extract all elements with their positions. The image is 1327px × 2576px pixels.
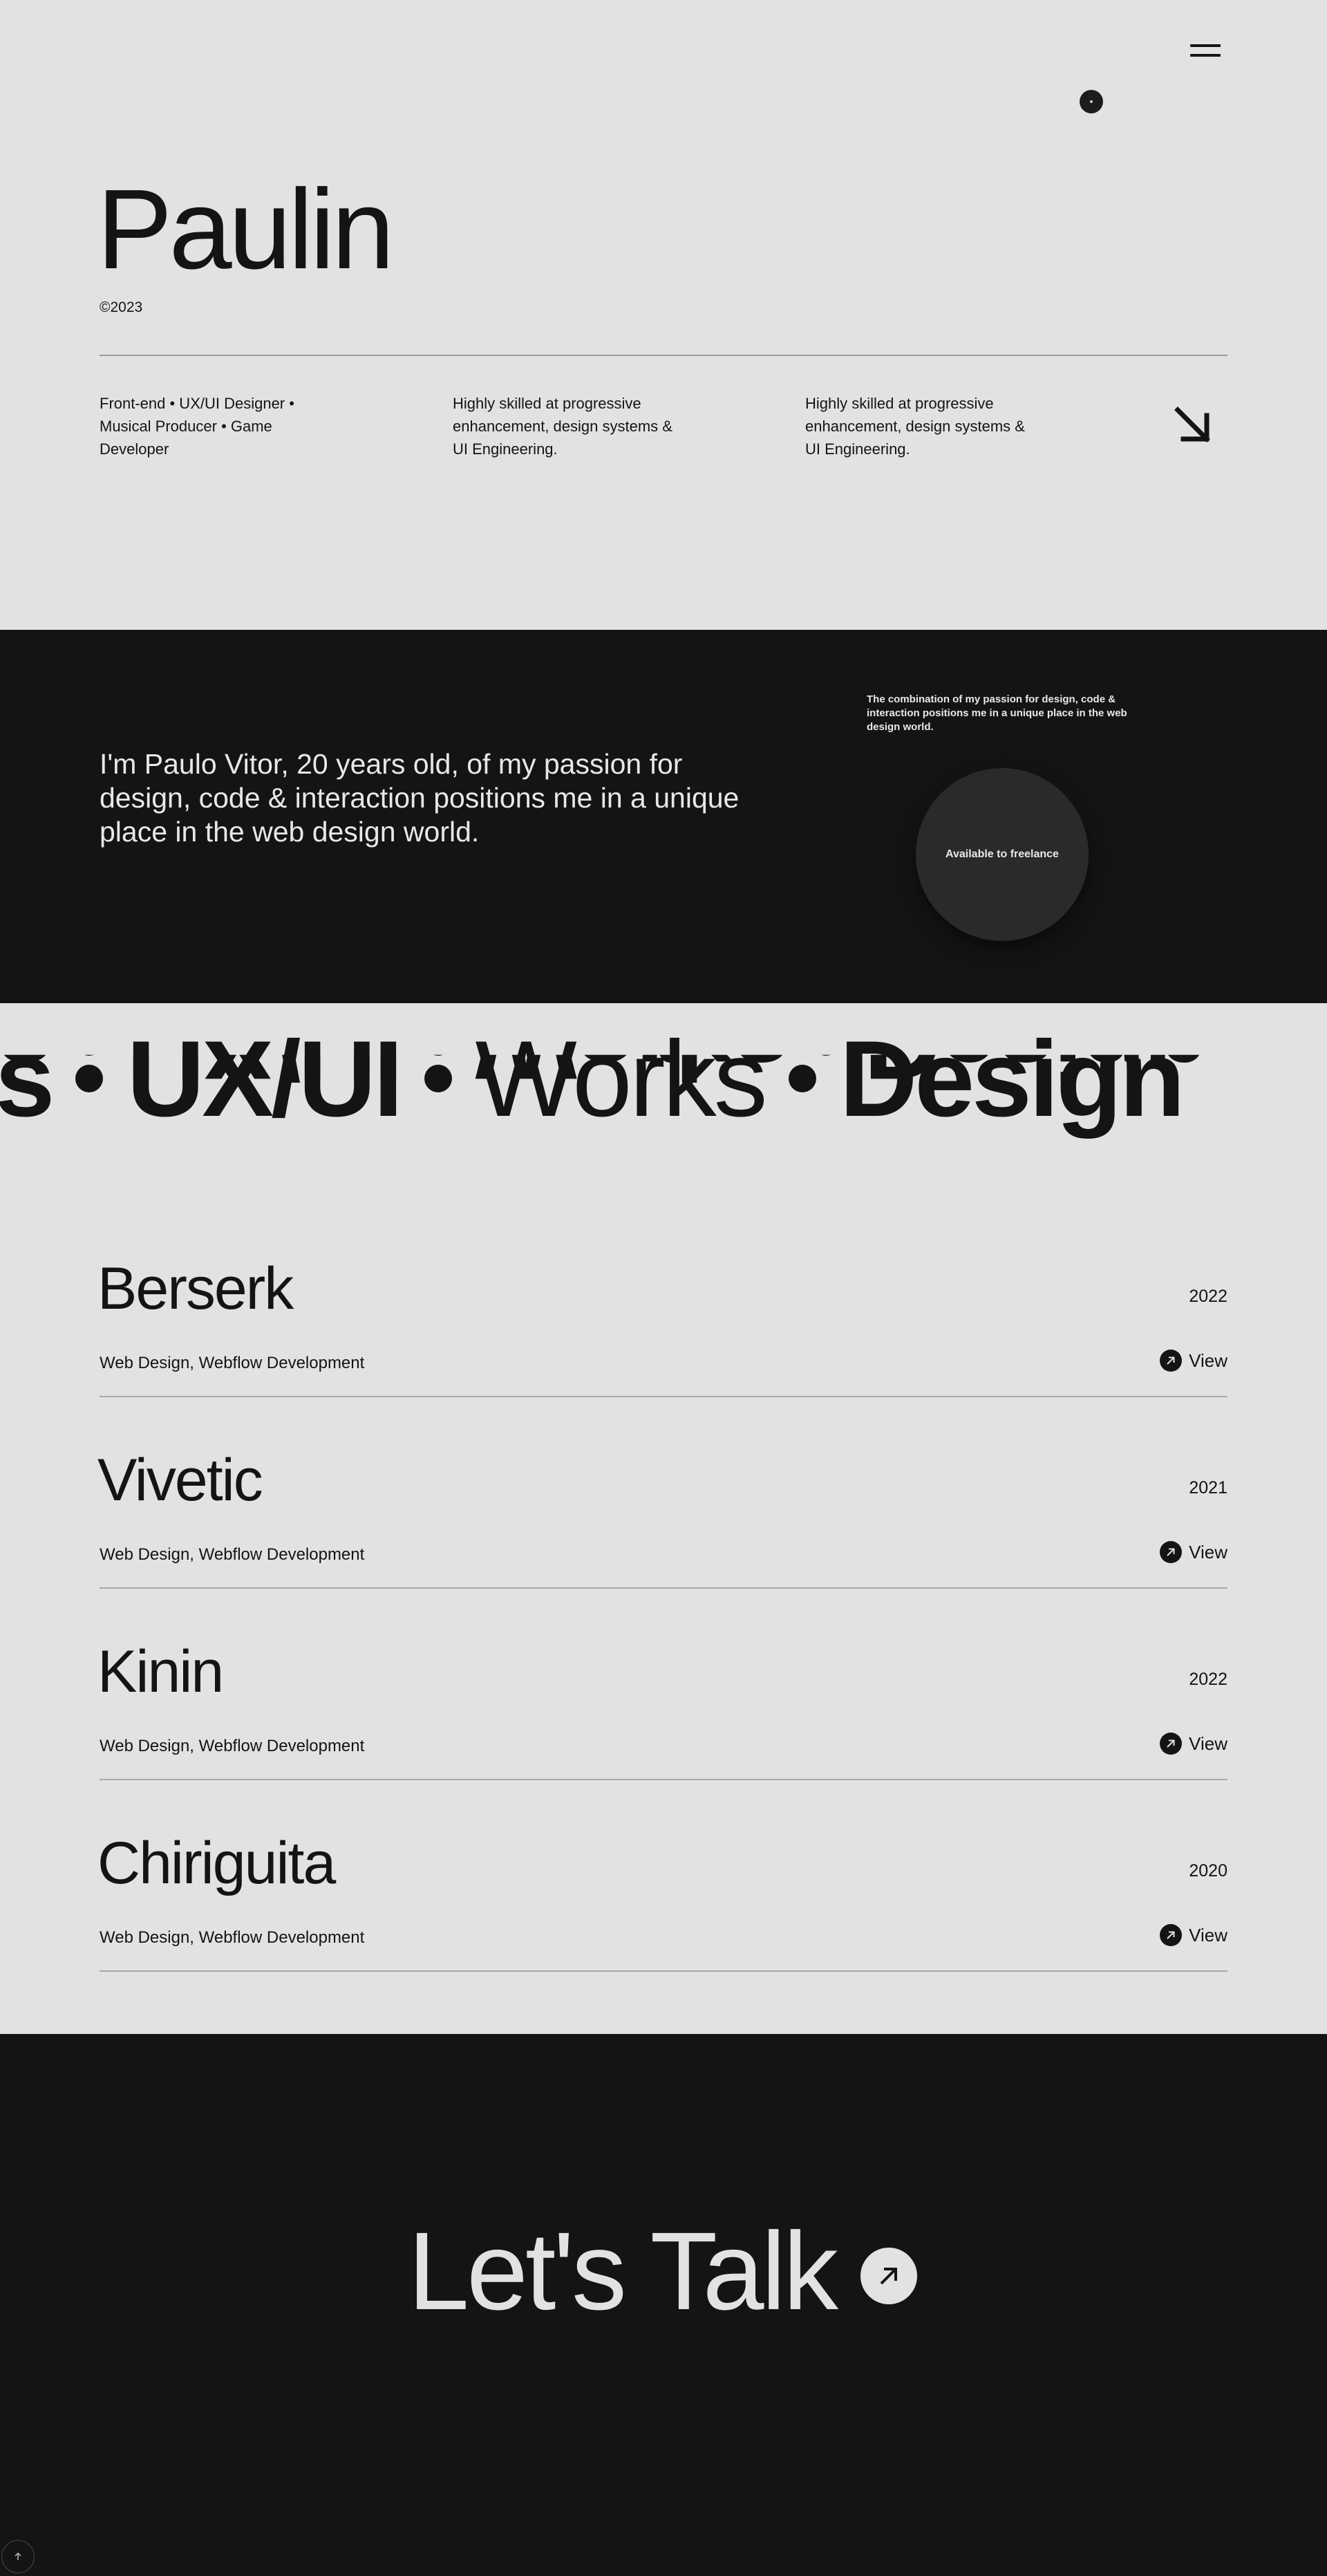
hero-section: Paulin ©2023 Front-end • UX/UI Designer …	[0, 0, 1327, 630]
project-year: 2021	[1189, 1478, 1227, 1497]
freelance-badge-button[interactable]: Available to freelance	[916, 768, 1089, 941]
project-title[interactable]: Chiriguita	[97, 1833, 336, 1893]
page-title: Paulin	[97, 166, 395, 292]
menu-button[interactable]	[1190, 40, 1222, 61]
arrow-up-icon	[15, 2552, 21, 2560]
marquee-track: cts UX/UI Works Design	[0, 1019, 1185, 1139]
lets-talk-heading[interactable]: Let's Talk	[408, 2216, 838, 2326]
divider	[100, 355, 1227, 356]
project-title[interactable]: Berserk	[97, 1259, 294, 1318]
project-year: 2020	[1189, 1861, 1227, 1880]
project-item-chiriguita[interactable]: Chiriguita 2020 Web Design, Webflow Deve…	[97, 1730, 1227, 1972]
view-label: View	[1189, 1924, 1227, 1945]
projects-section: Berserk 2022 Web Design, Webflow Develop…	[0, 1155, 1327, 2034]
arrow-down-right-icon[interactable]	[1172, 404, 1214, 446]
project-item-kinin[interactable]: Kinin 2022 Web Design, Webflow Developme…	[97, 1538, 1227, 1780]
hero-roles-text: Front-end • UX/UI Designer • Musical Pro…	[100, 395, 294, 458]
marquee-word: UX/UI	[126, 1019, 403, 1139]
marquee-word: cts	[0, 1019, 55, 1139]
hamburger-menu-icon-line	[1190, 54, 1221, 57]
marquee-word: Design	[839, 1019, 1185, 1139]
about-note-text: The combination of my passion for design…	[867, 693, 1127, 733]
arrow-up-right-icon	[880, 2268, 897, 2285]
project-year: 2022	[1189, 1287, 1227, 1306]
project-tags: Web Design, Webflow Development	[100, 1928, 365, 1947]
freelance-badge-label: Available to freelance	[945, 848, 1059, 860]
bullet-separator	[424, 1065, 452, 1092]
copyright-text: ©2023	[100, 299, 143, 315]
hero-skills-text: Highly skilled at progressive enhancemen…	[453, 395, 672, 458]
project-title[interactable]: Kinin	[97, 1642, 224, 1701]
arrow-up-right-icon	[1160, 1924, 1183, 1946]
marquee-word: Works	[475, 1019, 768, 1139]
hamburger-menu-icon	[1190, 44, 1221, 47]
project-title[interactable]: Vivetic	[97, 1450, 263, 1510]
cursor-follower-dot	[1080, 90, 1103, 113]
about-intro-text: I'm Paulo Vitor, 20 years old, of my pas…	[100, 748, 740, 848]
project-year: 2022	[1189, 1670, 1227, 1689]
hero-skills-text-secondary: Highly skilled at progressive enhancemen…	[805, 395, 1025, 458]
bullet-separator	[788, 1065, 816, 1092]
scroll-to-top-button[interactable]	[1, 2540, 35, 2573]
project-item-vivetic[interactable]: Vivetic 2021 Web Design, Webflow Develop…	[97, 1347, 1227, 1589]
about-section: I'm Paulo Vitor, 20 years old, of my pas…	[0, 630, 1327, 1003]
bullet-separator	[75, 1065, 104, 1092]
divider	[100, 1970, 1227, 1972]
lets-talk-button[interactable]	[860, 2248, 917, 2304]
view-project-link[interactable]: View	[1160, 1924, 1227, 1946]
marquee-banner: cts UX/UI Works Design cts UX/UI Works Design	[0, 1003, 1327, 1155]
project-item-berserk[interactable]: Berserk 2022 Web Design, Webflow Develop…	[97, 1155, 1227, 1397]
contact-section: Let's Talk	[0, 2034, 1327, 2576]
